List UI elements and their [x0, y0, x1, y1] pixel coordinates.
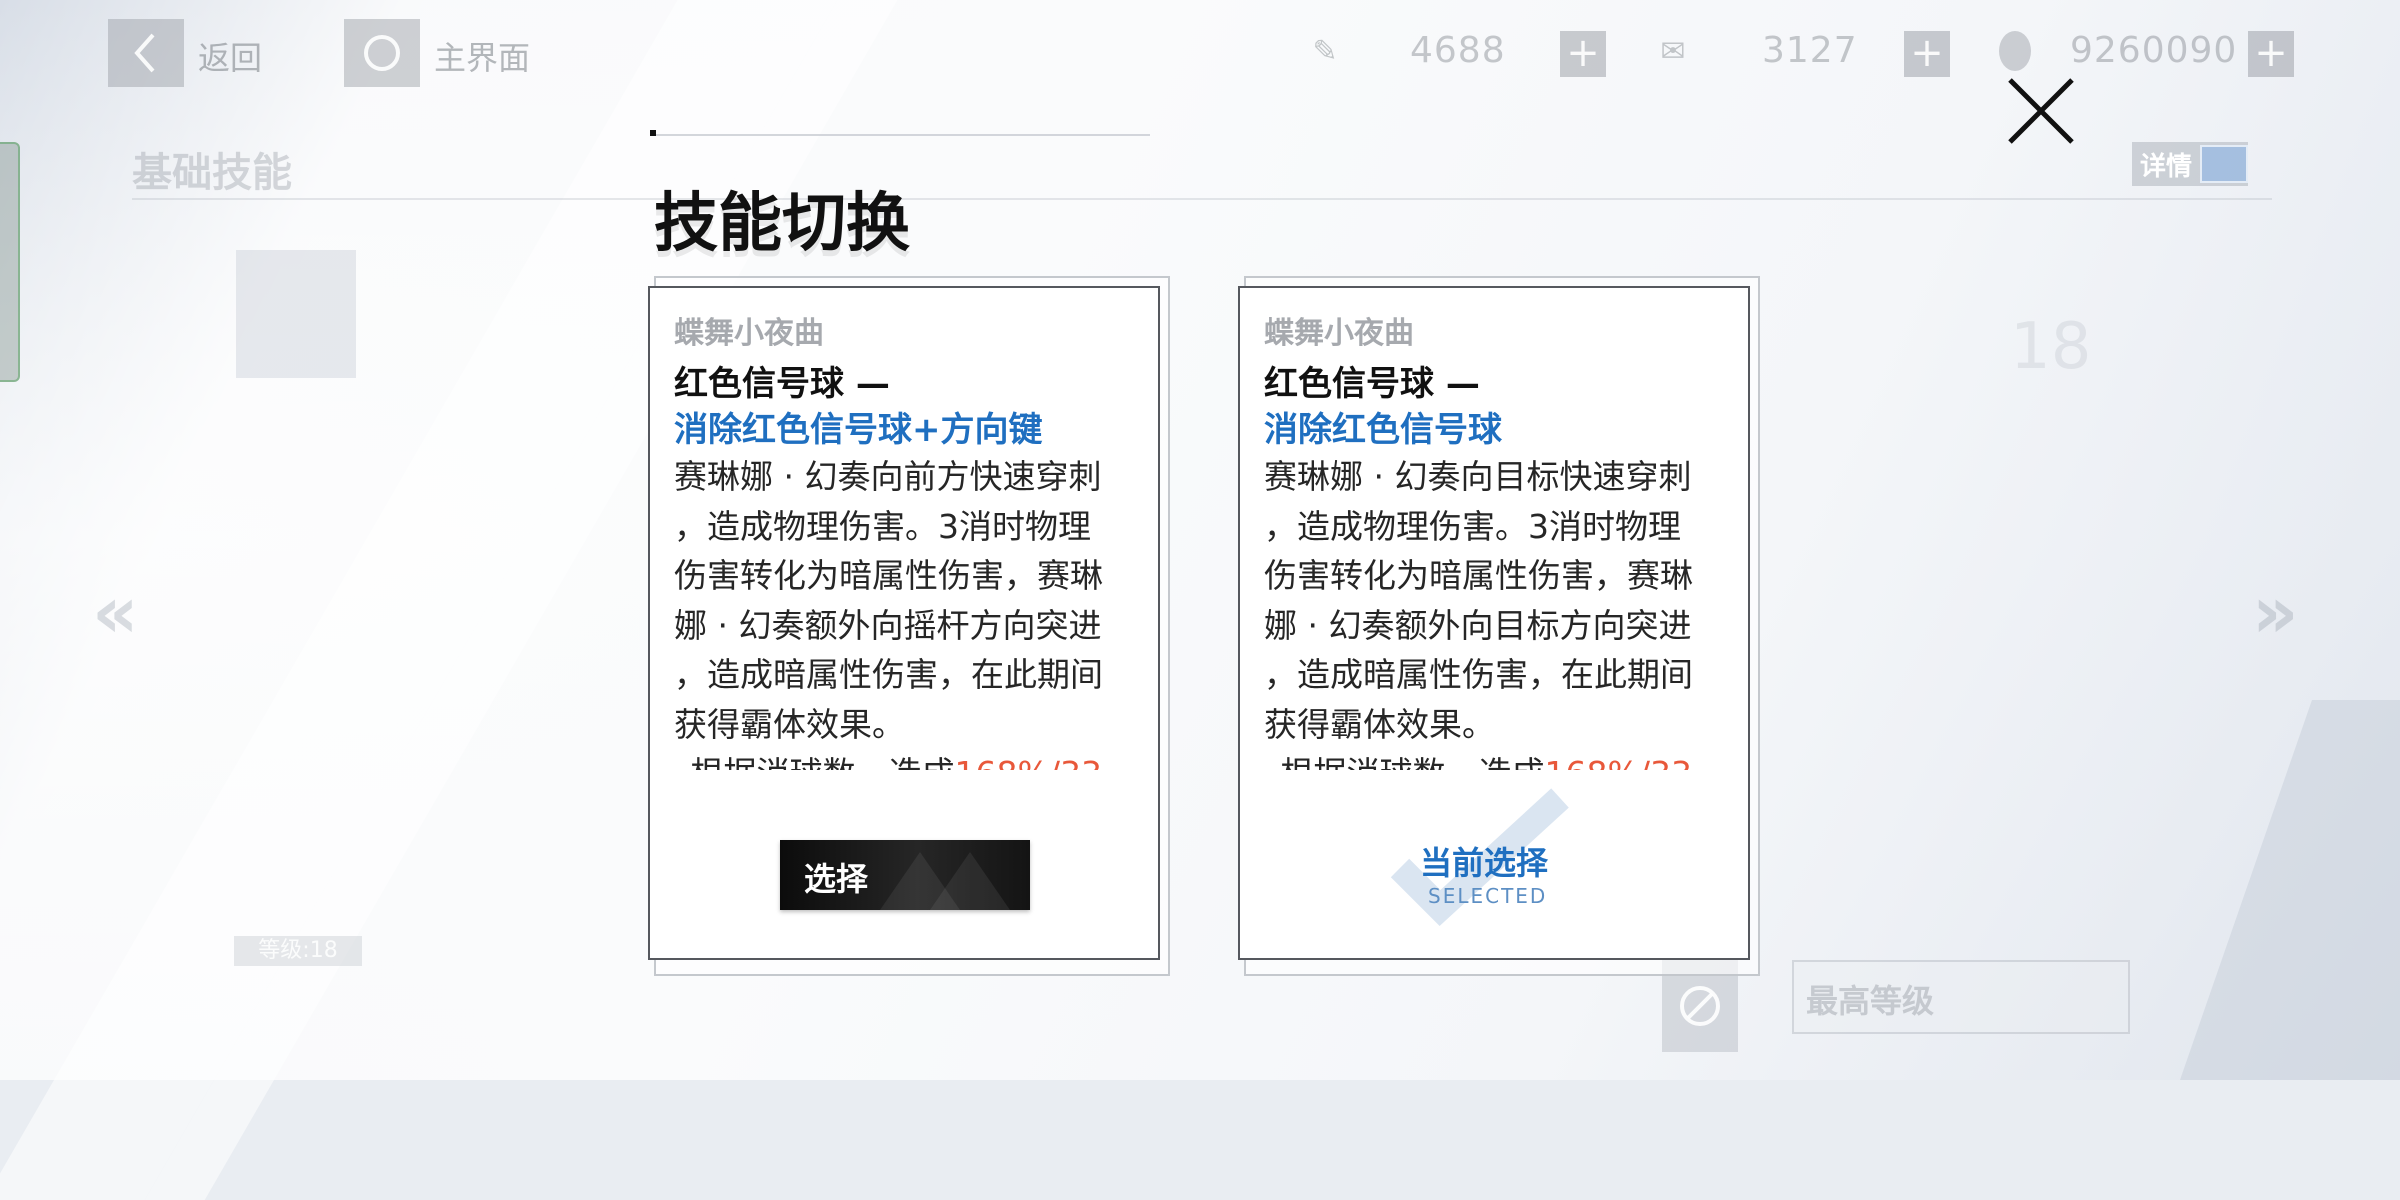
skill-description[interactable]: 赛琳娜 · 幻奏向目标快速穿刺 ，造成物理伤害。3消时物理 伤害转化为暗属性伤害…	[1264, 452, 1730, 770]
add-ticket-button[interactable]: +	[1904, 31, 1950, 77]
description-line: ，造成物理伤害。3消时物理	[1264, 506, 1681, 546]
ticket-value: 3127	[1762, 30, 1858, 71]
coin-value: 9260090	[2070, 30, 2238, 71]
detail-toggle[interactable]: 详情	[2132, 142, 2248, 186]
selected-label-en: SELECTED	[1428, 884, 1548, 908]
section-divider	[132, 198, 2272, 200]
description-line: ，造成暗属性伤害，在此期间	[1264, 655, 1693, 694]
home-button[interactable]	[344, 19, 420, 87]
skill-set-name: 蝶舞小夜曲	[674, 316, 824, 351]
description-line: 伤害转化为暗属性伤害，赛琳	[1264, 556, 1693, 595]
coin-icon	[1992, 28, 2038, 74]
max-level-button[interactable]: 最高等级	[1792, 960, 2130, 1034]
skill-set-name: 蝶舞小夜曲	[1264, 316, 1414, 351]
section-title: 基础技能	[132, 150, 292, 196]
selected-label: 当前选择	[1420, 844, 1549, 882]
close-icon[interactable]	[2006, 76, 2076, 146]
add-stamina-button[interactable]: +	[1560, 31, 1606, 77]
description-line: ，造成物理伤害。3消时物理	[674, 506, 1091, 546]
back-button[interactable]	[108, 19, 184, 87]
modal-title: 技能切换	[654, 187, 910, 261]
skill-level-number: 18	[2010, 310, 2092, 384]
stamina-icon: ✎	[1312, 33, 1338, 69]
button-decoration	[930, 852, 1010, 910]
skill-name: 红色信号球 —	[674, 364, 890, 404]
damage-value: 168%/33	[955, 754, 1102, 770]
prev-arrow-icon[interactable]: «	[92, 570, 139, 654]
skill-name: 红色信号球 —	[1264, 364, 1480, 404]
next-arrow-icon[interactable]: »	[2252, 570, 2299, 654]
detail-toggle-label: 详情	[2140, 151, 2193, 182]
damage-value: 168%/33	[1545, 754, 1692, 770]
description-line: 娜 · 幻奏额外向摇杆方向突进	[674, 605, 1102, 645]
level-tag: 等级:18	[234, 936, 362, 966]
skill-portrait	[236, 250, 356, 378]
selected-badge: 当前选择 SELECTED	[1390, 788, 1600, 938]
damage-prefix: –根据消球数，造成	[674, 754, 955, 770]
circle-icon	[364, 35, 400, 71]
damage-prefix: –根据消球数，造成	[1264, 754, 1545, 770]
side-tab[interactable]	[0, 142, 20, 382]
skill-condition: 消除红色信号球	[1264, 410, 1502, 450]
home-label[interactable]: 主界面	[434, 33, 530, 79]
description-line: 赛琳娜 · 幻奏向前方快速穿刺	[674, 457, 1102, 496]
description-line: 伤害转化为暗属性伤害，赛琳	[674, 556, 1103, 595]
description-line: –根据消球数，造成168%/33	[674, 749, 1140, 770]
toggle-knob	[2200, 145, 2248, 183]
title-rule	[656, 134, 1150, 136]
skill-card-2[interactable]: 蝶舞小夜曲 红色信号球 — 消除红色信号球 赛琳娜 · 幻奏向目标快速穿刺 ，造…	[1238, 286, 1750, 960]
skill-card-1[interactable]: 蝶舞小夜曲 红色信号球 — 消除红色信号球+方向键 赛琳娜 · 幻奏向前方快速穿…	[648, 286, 1160, 960]
description-line: 获得霸体效果。	[1264, 704, 1495, 744]
max-level-label: 最高等级	[1806, 982, 1935, 1020]
select-button[interactable]: 选择	[780, 840, 1030, 910]
skill-description[interactable]: 赛琳娜 · 幻奏向前方快速穿刺 ，造成物理伤害。3消时物理 伤害转化为暗属性伤害…	[674, 452, 1140, 770]
description-line: ，造成暗属性伤害，在此期间	[674, 655, 1103, 694]
select-button-label: 选择	[804, 860, 869, 898]
description-line: 获得霸体效果。	[674, 704, 905, 744]
back-label[interactable]: 返回	[198, 33, 262, 79]
description-line: 赛琳娜 · 幻奏向目标快速穿刺	[1264, 457, 1692, 496]
add-coin-button[interactable]: +	[2248, 31, 2294, 77]
description-line: –根据消球数，造成168%/33	[1264, 749, 1730, 770]
ban-icon	[1680, 986, 1720, 1026]
stamina-value: 4688	[1410, 30, 1506, 71]
ticket-icon: ✉	[1660, 33, 1686, 69]
skill-condition: 消除红色信号球+方向键	[674, 410, 1043, 450]
description-line: 娜 · 幻奏额外向目标方向突进	[1264, 605, 1692, 645]
chevron-left-icon	[134, 33, 155, 73]
